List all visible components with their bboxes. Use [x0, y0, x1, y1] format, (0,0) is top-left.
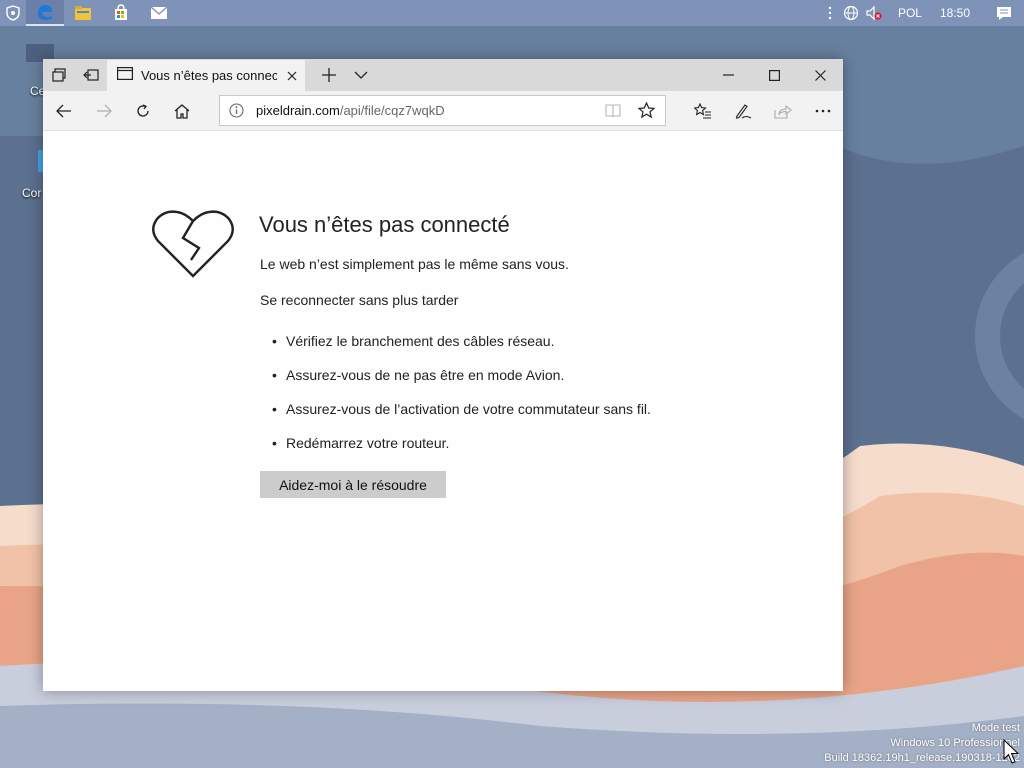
back-arrow-icon[interactable] — [44, 91, 84, 131]
mail-icon[interactable] — [140, 0, 178, 26]
address-host: pixeldrain.com — [256, 103, 340, 118]
list-item: • Vérifiez le branchement des câbles rése… — [272, 332, 651, 366]
site-info-icon[interactable] — [229, 103, 244, 123]
tab-active[interactable]: Vous n’êtes pas connecté — [107, 60, 305, 91]
home-icon[interactable] — [162, 91, 202, 131]
tip-text: Vérifiez le branchement des câbles résea… — [286, 333, 555, 349]
volume-muted-icon[interactable] — [862, 0, 886, 26]
tab-manager-icon[interactable] — [43, 59, 75, 91]
title-bar: Vous n’êtes pas connecté — [43, 59, 843, 91]
list-item: • Assurez-vous de ne pas être en mode Avi… — [272, 366, 651, 400]
tab-title: Vous n’êtes pas connecté — [141, 68, 277, 83]
chevron-down-icon[interactable] — [345, 59, 377, 91]
address-path: /api/file/cqz7wqkD — [339, 103, 445, 118]
action-center-icon[interactable] — [984, 0, 1024, 26]
address-url: pixeldrain.com/api/file/cqz7wqkD — [256, 103, 445, 118]
help-me-fix-button[interactable]: Aidez-moi à le résoudre — [260, 471, 446, 498]
watermark-mode: Mode test — [971, 722, 1020, 734]
reading-view-icon[interactable] — [605, 104, 621, 123]
minimize-icon[interactable] — [705, 59, 751, 91]
network-globe-icon[interactable] — [840, 0, 862, 26]
close-window-icon[interactable] — [797, 59, 843, 91]
desktop-icon-2[interactable]: Cor — [22, 150, 44, 200]
broken-heart-icon — [151, 210, 235, 285]
share-icon[interactable] — [763, 91, 803, 131]
bullet-glyph: • — [272, 401, 277, 417]
reconnect-heading: Se reconnecter sans plus tarder — [260, 292, 459, 308]
forward-arrow-icon[interactable] — [84, 91, 124, 131]
refresh-icon[interactable] — [123, 91, 163, 131]
language-indicator[interactable]: POL — [886, 6, 934, 20]
overflow-dots-icon[interactable] — [820, 0, 840, 26]
edge-browser-window: Vous n’êtes pas connecté pixeldrain.com/… — [43, 59, 843, 691]
page-content: Vous n’êtes pas connecté Le web n’est si… — [43, 132, 843, 691]
tip-text: Redémarrez votre routeur. — [286, 435, 450, 451]
bullet-glyph: • — [272, 367, 277, 383]
edge-icon[interactable] — [26, 0, 64, 26]
navigation-bar: pixeldrain.com/api/file/cqz7wqkD — [43, 91, 843, 131]
bullet-glyph: • — [272, 435, 277, 451]
windows-watermark: Mode test Windows 10 Professionnel Build… — [824, 721, 1020, 766]
list-item: • Redémarrez votre routeur. — [272, 434, 651, 468]
pen-notes-icon[interactable] — [723, 91, 763, 131]
favorites-hub-icon[interactable] — [683, 91, 723, 131]
error-subtitle: Le web n’est simplement pas le même sans… — [260, 256, 569, 272]
watermark-build: Build 18362.19h1_release.190318-1202 — [824, 752, 1020, 764]
address-bar[interactable]: pixeldrain.com/api/file/cqz7wqkD — [219, 95, 666, 126]
error-title: Vous n’êtes pas connecté — [259, 212, 510, 237]
tip-text: Assurez-vous de l’activation de votre co… — [286, 401, 651, 417]
watermark-edition: Windows 10 Professionnel — [890, 737, 1020, 749]
set-aside-tabs-icon[interactable] — [75, 59, 107, 91]
maximize-icon[interactable] — [751, 59, 797, 91]
tab-close-icon[interactable] — [281, 65, 303, 87]
more-menu-icon[interactable] — [803, 91, 843, 131]
shield-icon[interactable] — [0, 0, 26, 26]
favorite-star-icon[interactable] — [637, 101, 656, 124]
new-tab-icon[interactable] — [313, 59, 345, 91]
file-explorer-icon[interactable] — [64, 0, 102, 26]
tip-text: Assurez-vous de ne pas être en mode Avio… — [286, 367, 565, 383]
page-icon — [117, 66, 134, 85]
taskbar: POL 18:50 — [0, 0, 1024, 26]
clock[interactable]: 18:50 — [934, 6, 984, 20]
store-icon[interactable] — [102, 0, 140, 26]
list-item: • Assurez-vous de l’activation de votre c… — [272, 400, 651, 434]
desktop-icon-2-label: Cor — [22, 186, 42, 200]
mouse-cursor-icon — [1003, 738, 1021, 768]
troubleshoot-list: • Vérifiez le branchement des câbles rése… — [272, 332, 651, 468]
bullet-glyph: • — [272, 333, 277, 349]
